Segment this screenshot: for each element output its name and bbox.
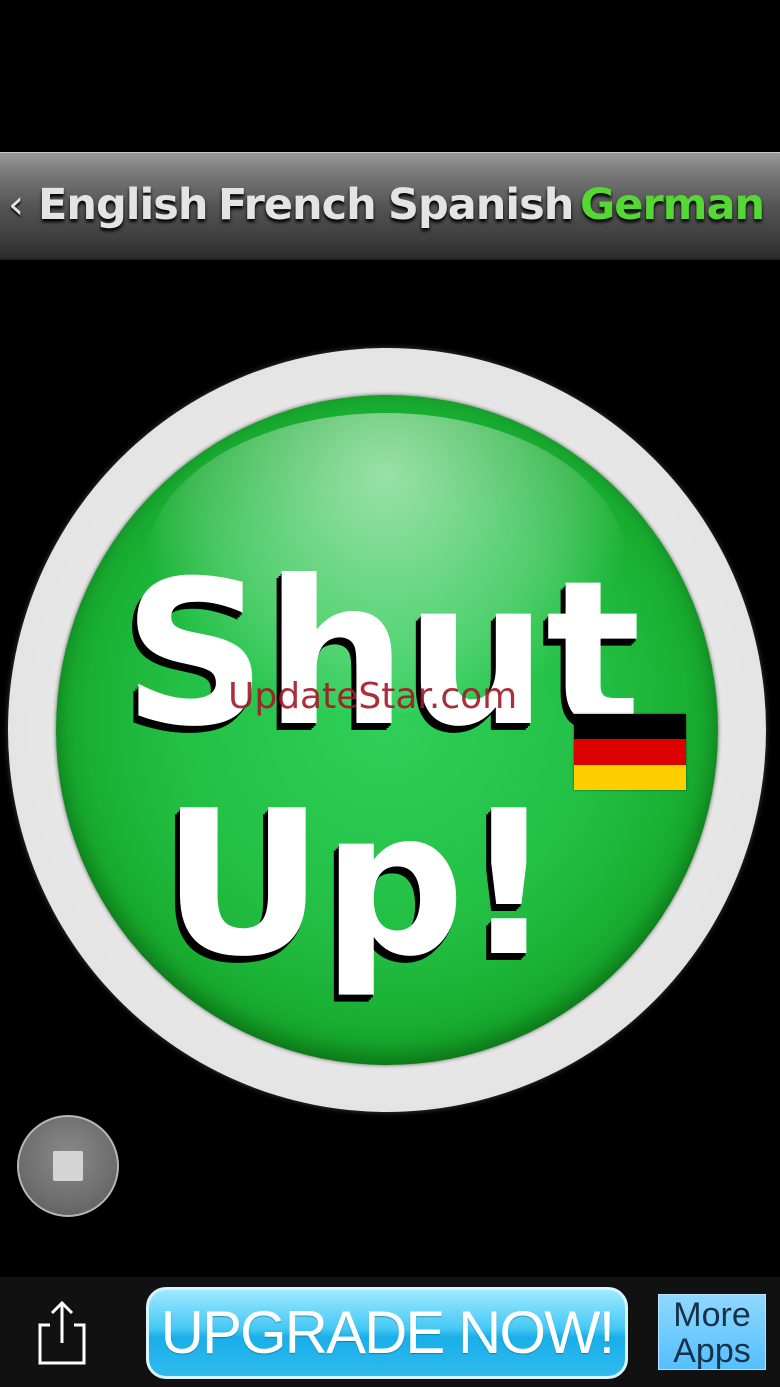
up-label: Up! bbox=[161, 768, 555, 1001]
more-apps-label-line2: Apps bbox=[673, 1332, 751, 1370]
more-apps-label-line1: More bbox=[673, 1296, 751, 1334]
upgrade-label: UPGRADE NOW! bbox=[160, 1299, 616, 1366]
flag-stripe-red bbox=[574, 739, 686, 765]
language-bar: ‹ English French Spanish German bbox=[0, 152, 780, 260]
watermark-text: UpdateStar.com bbox=[228, 676, 518, 717]
tab-english[interactable]: English bbox=[38, 175, 208, 235]
share-icon bbox=[38, 1300, 86, 1365]
share-button[interactable] bbox=[30, 1297, 94, 1369]
stop-button[interactable] bbox=[17, 1115, 119, 1217]
flag-stripe-gold bbox=[574, 764, 686, 790]
german-flag-icon bbox=[574, 714, 686, 790]
more-apps-button[interactable]: More Apps bbox=[658, 1294, 766, 1370]
bottom-toolbar: UPGRADE NOW! More Apps bbox=[0, 1277, 780, 1387]
tab-german[interactable]: German bbox=[580, 175, 765, 235]
upgrade-now-button[interactable]: UPGRADE NOW! bbox=[146, 1287, 628, 1379]
flag-stripe-black bbox=[574, 714, 686, 740]
tab-french[interactable]: French bbox=[218, 175, 377, 235]
chevron-left-icon[interactable]: ‹ bbox=[8, 177, 24, 233]
tab-spanish[interactable]: Spanish bbox=[388, 175, 574, 235]
stop-icon bbox=[53, 1151, 83, 1181]
